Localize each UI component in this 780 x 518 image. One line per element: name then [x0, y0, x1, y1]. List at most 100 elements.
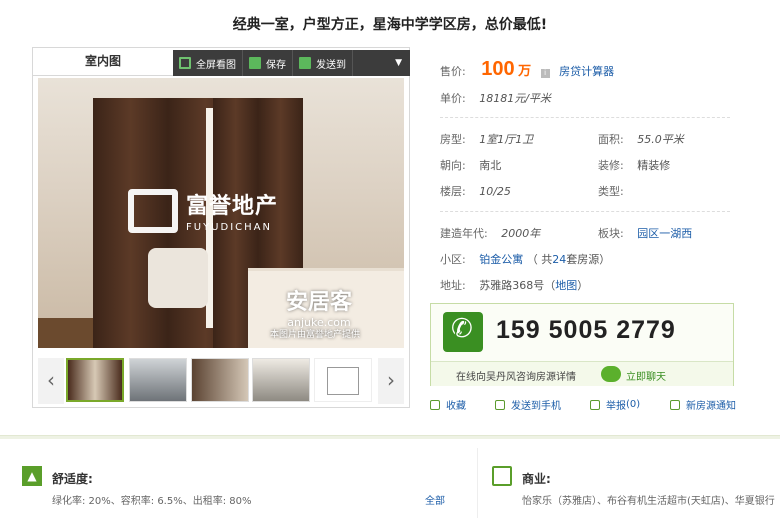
notify-label: 新房源通知 [686, 401, 736, 412]
report-button[interactable]: 举报 (0) [590, 397, 640, 412]
commerce-text: 怡家乐（苏雅店）、布谷有机生活超市(天虹店)、华夏银行 [522, 496, 775, 507]
address-value: 苏雅路368号（ [479, 279, 556, 292]
photo-gallery: 室内图 全屏看图 保存 发送到 ▼ 富誉地产 FUYUDICHAN 安居客 an… [32, 47, 410, 408]
mobile-icon [495, 399, 505, 410]
orientation-label: 朝向: [440, 159, 466, 172]
section-divider [0, 435, 780, 439]
community-link[interactable]: 铂金公寓 [479, 253, 523, 266]
community-count-link[interactable]: 24 [552, 253, 566, 266]
orientation-row: 朝向: 南北 [440, 157, 501, 173]
block-row: 板块: 园区一湖西 [598, 225, 692, 241]
unit-price-row: 单价: 18181元/平米 [440, 90, 551, 106]
brand-name: 安居客 [286, 290, 353, 315]
community-label: 小区: [440, 253, 466, 266]
phone-icon [443, 312, 483, 352]
year-row: 建造年代: 2000年 [440, 225, 540, 241]
year-label: 建造年代: [440, 227, 488, 240]
decoration-value: 精装修 [637, 159, 671, 172]
send-label: 发送到 [316, 59, 346, 71]
layout-row: 房型: 1室1厅1卫 [440, 131, 533, 147]
send-to-phone-button[interactable]: 发送到手机 [495, 397, 561, 412]
price-row: 售价: 100 万 i 房贷计算器 [440, 58, 614, 81]
phone-number: 159 5005 2779 [496, 316, 676, 344]
decoration-label: 装修: [598, 159, 624, 172]
hand-icon [590, 399, 600, 410]
main-photo[interactable]: 富誉地产 FUYUDICHAN 安居客 anjuke.com 本图片由富誉地产提… [38, 78, 404, 348]
divider [440, 117, 730, 118]
area-value: 55.0平米 [637, 133, 684, 146]
save-button[interactable]: 保存 [243, 50, 293, 76]
decoration-row: 装修: 精装修 [598, 157, 670, 173]
orientation-value: 南北 [479, 159, 502, 172]
map-link[interactable]: 地图 [555, 279, 577, 292]
thumbnail[interactable] [252, 358, 310, 402]
fullscreen-label: 全屏看图 [196, 59, 236, 71]
address-row: 地址: 苏雅路368号（地图） [440, 277, 588, 293]
photo-chair [148, 248, 208, 308]
chevron-down-icon[interactable]: ▼ [395, 58, 402, 68]
save-label: 保存 [266, 59, 286, 71]
chat-icon[interactable] [601, 366, 621, 382]
comfort-text: 绿化率: 20%、容积率: 6.5%、出租率: 80% [52, 496, 252, 507]
divider [440, 211, 730, 212]
block-label: 板块: [598, 227, 624, 240]
type-row: 类型: [598, 183, 624, 199]
thumbnail-strip: ‹ › [33, 354, 409, 406]
floor-row: 楼层: 10/25 [440, 183, 511, 199]
floor-label: 楼层: [440, 185, 466, 198]
favorite-button[interactable]: 收藏 [430, 397, 466, 412]
price-value: 100 [481, 58, 515, 80]
comfort-title: 舒适度: [52, 472, 93, 486]
block-link[interactable]: 园区一湖西 [637, 227, 692, 240]
listing-title: 经典一室，户型方正，星海中学学区房，总价最低! [232, 17, 548, 33]
prev-arrow-icon[interactable]: ‹ [38, 358, 64, 404]
thumbnail[interactable] [129, 358, 187, 402]
brand-watermark: 安居客 anjuke.com [286, 284, 352, 329]
report-count: (0) [626, 399, 641, 410]
mortgage-calculator-link[interactable]: 房贷计算器 [559, 65, 614, 78]
mail-icon [670, 399, 680, 410]
thumbnail[interactable] [66, 358, 124, 402]
action-bar: 收藏 发送到手机 举报 (0) 新房源通知 [430, 397, 780, 413]
commerce-title: 商业: [522, 472, 551, 486]
next-arrow-icon[interactable]: › [378, 358, 404, 404]
heart-icon [430, 399, 440, 410]
company-name: 富誉地产 [186, 194, 279, 219]
cart-icon [492, 466, 512, 486]
contact-footer: 在线向吴丹风咨询房源详情 立即聊天 [431, 361, 733, 386]
price-label: 售价: [440, 65, 466, 78]
thumbnail-floorplan[interactable] [314, 358, 372, 402]
area-label: 面积: [598, 133, 624, 146]
company-name-en: FUYUDICHAN [186, 222, 272, 233]
report-label: 举报 [606, 401, 626, 412]
thumbnail[interactable] [191, 358, 249, 402]
layout-label: 房型: [440, 133, 466, 146]
community-row: 小区: 铂金公寓 （ 共24套房源） [440, 251, 610, 267]
tab-interior-photos[interactable]: 室内图 [33, 48, 173, 76]
commerce-section: 商业: 怡家乐（苏雅店）、布谷有机生活超市(天虹店)、华夏银行 [477, 448, 780, 518]
new-listing-notify-button[interactable]: 新房源通知 [670, 397, 736, 412]
area-row: 面积: 55.0平米 [598, 131, 684, 147]
all-link[interactable]: 全部 [425, 492, 445, 507]
save-icon [249, 57, 261, 69]
consult-text: 在线向吴丹风咨询房源详情 [456, 372, 576, 383]
arrow-up-icon: ▲ [22, 466, 42, 486]
community-count-prefix: （ 共 [526, 253, 553, 266]
company-watermark: 富誉地产 FUYUDICHAN [128, 188, 278, 233]
gallery-toolbar: 全屏看图 保存 发送到 ▼ [173, 50, 410, 76]
send-icon [299, 57, 311, 69]
comfort-section: ▲ 舒适度: 绿化率: 20%、容积率: 6.5%、出租率: 80% 全部 [10, 448, 450, 518]
send-to-button[interactable]: 发送到 [293, 50, 353, 76]
type-label: 类型: [598, 185, 624, 198]
unit-price-label: 单价: [440, 92, 466, 105]
company-logo-icon [128, 188, 178, 233]
send-to-phone-label: 发送到手机 [511, 401, 561, 412]
info-icon[interactable]: i [540, 69, 550, 78]
address-end: ） [577, 279, 589, 292]
floor-value: 10/25 [479, 185, 511, 198]
fullscreen-button[interactable]: 全屏看图 [173, 50, 243, 76]
community-count-suffix: 套房源） [566, 253, 611, 266]
expand-icon [179, 57, 191, 69]
chat-now-link[interactable]: 立即聊天 [626, 368, 666, 383]
contact-box: 159 5005 2779 在线向吴丹风咨询房源详情 立即聊天 [430, 303, 734, 386]
